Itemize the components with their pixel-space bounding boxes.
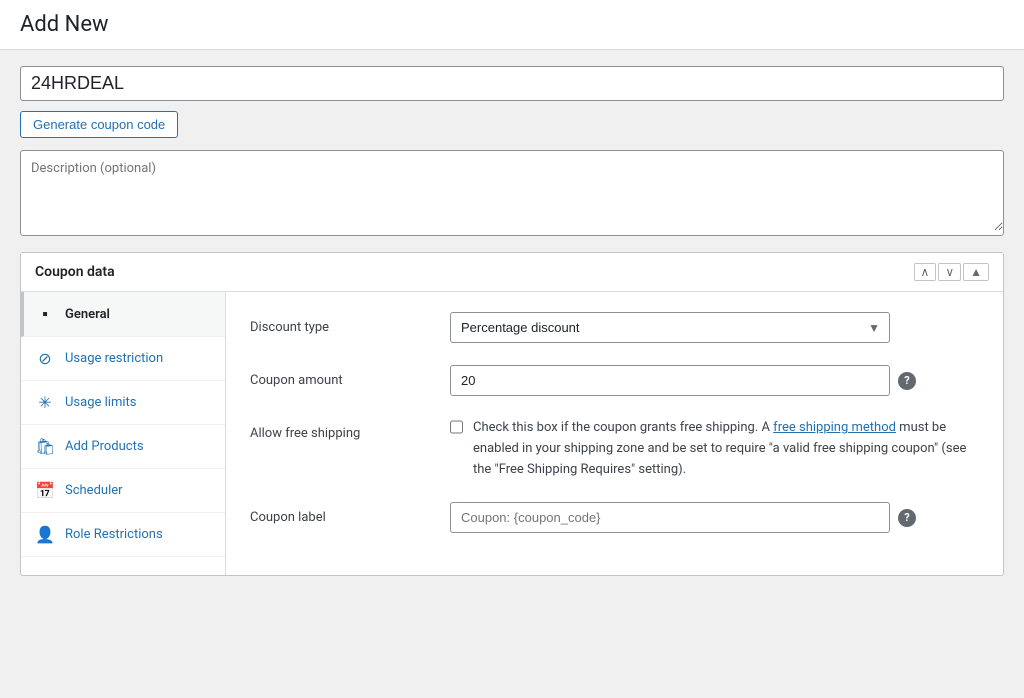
coupon-amount-control: ?	[450, 365, 979, 396]
tab-general[interactable]: ▪ General	[21, 292, 225, 337]
checkbox-row: Check this box if the coupon grants free…	[450, 418, 979, 480]
scheduler-icon: 📅	[35, 481, 55, 500]
free-shipping-link[interactable]: free shipping method	[773, 420, 896, 435]
allow-free-shipping-control: Check this box if the coupon grants free…	[450, 418, 979, 480]
tab-general-label: General	[65, 307, 110, 322]
field-row-coupon-amount: Coupon amount ?	[250, 365, 979, 396]
coupon-amount-label: Coupon amount	[250, 365, 430, 388]
role-restrictions-icon: 👤	[35, 525, 55, 544]
tab-scheduler[interactable]: 📅 Scheduler	[21, 469, 225, 513]
arrow-up-button[interactable]: ∧	[914, 263, 937, 281]
generate-coupon-button[interactable]: Generate coupon code	[20, 111, 178, 138]
tab-add-products-label: Add Products	[65, 439, 144, 454]
discount-type-select-wrap: Percentage discount Fixed cart discount …	[450, 312, 890, 343]
arrow-collapse-button[interactable]: ▲	[963, 263, 989, 281]
sidebar-tabs: ▪ General ⊘ Usage restriction ✳ Usage li…	[21, 292, 226, 575]
coupon-code-wrap	[20, 66, 1004, 101]
page-title: Add New	[20, 12, 1004, 37]
tab-usage-limits[interactable]: ✳ Usage limits	[21, 381, 225, 425]
page-wrapper: Add New Generate coupon code Coupon data…	[0, 0, 1024, 698]
usage-restriction-icon: ⊘	[35, 349, 55, 368]
tab-usage-restriction-label: Usage restriction	[65, 351, 163, 366]
coupon-amount-with-help: ?	[450, 365, 979, 396]
coupon-code-input[interactable]	[31, 73, 993, 94]
description-textarea[interactable]	[21, 151, 1003, 231]
tab-scheduler-label: Scheduler	[65, 483, 123, 498]
usage-limits-icon: ✳	[35, 393, 55, 412]
coupon-label-help-icon[interactable]: ?	[898, 509, 916, 527]
coupon-label-input[interactable]	[450, 502, 890, 533]
allow-free-shipping-checkbox[interactable]	[450, 419, 463, 435]
page-header: Add New	[0, 0, 1024, 50]
general-icon: ▪	[35, 304, 55, 324]
tab-usage-limits-label: Usage limits	[65, 395, 136, 410]
field-row-discount-type: Discount type Percentage discount Fixed …	[250, 312, 979, 343]
tab-role-restrictions[interactable]: 👤 Role Restrictions	[21, 513, 225, 557]
shipping-description: Check this box if the coupon grants free…	[473, 418, 979, 480]
coupon-data-title: Coupon data	[35, 264, 115, 280]
allow-free-shipping-label: Allow free shipping	[250, 418, 430, 441]
discount-type-control: Percentage discount Fixed cart discount …	[450, 312, 979, 343]
field-row-coupon-label: Coupon label ?	[250, 502, 979, 533]
header-arrows: ∧ ∨ ▲	[914, 263, 989, 281]
tab-content-general: Discount type Percentage discount Fixed …	[226, 292, 1003, 575]
add-products-icon: 🛍	[35, 437, 55, 456]
field-row-free-shipping: Allow free shipping Check this box if th…	[250, 418, 979, 480]
tab-usage-restriction[interactable]: ⊘ Usage restriction	[21, 337, 225, 381]
coupon-data-header: Coupon data ∧ ∨ ▲	[21, 253, 1003, 292]
coupon-data-box: Coupon data ∧ ∨ ▲ ▪ General ⊘ Usage	[20, 252, 1004, 576]
main-content: Generate coupon code Coupon data ∧ ∨ ▲ ▪	[0, 50, 1024, 592]
coupon-label-control: ?	[450, 502, 979, 533]
arrow-down-button[interactable]: ∨	[938, 263, 961, 281]
coupon-label-with-help: ?	[450, 502, 979, 533]
coupon-label-label: Coupon label	[250, 502, 430, 525]
tab-role-restrictions-label: Role Restrictions	[65, 527, 163, 542]
discount-type-select[interactable]: Percentage discount Fixed cart discount …	[450, 312, 890, 343]
coupon-data-body: ▪ General ⊘ Usage restriction ✳ Usage li…	[21, 292, 1003, 575]
coupon-amount-input[interactable]	[450, 365, 890, 396]
description-wrap	[20, 150, 1004, 236]
coupon-amount-help-icon[interactable]: ?	[898, 372, 916, 390]
discount-type-label: Discount type	[250, 312, 430, 335]
tab-add-products[interactable]: 🛍 Add Products	[21, 425, 225, 469]
